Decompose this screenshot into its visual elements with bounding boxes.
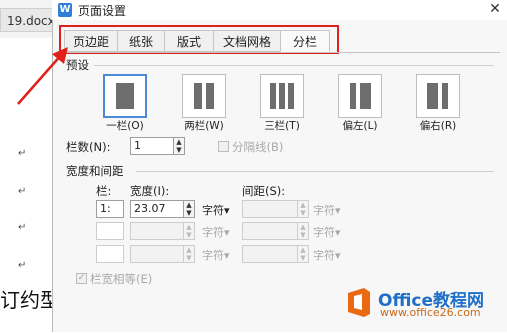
- column-spacing-input[interactable]: [242, 245, 298, 263]
- column-spacing-stepper[interactable]: ▲ ▼: [297, 245, 309, 263]
- spacing-unit-dropdown[interactable]: 字符▾: [313, 202, 341, 218]
- spacing-unit-dropdown[interactable]: 字符▾: [313, 247, 341, 263]
- width-header: 宽度(I):: [130, 184, 170, 198]
- column-width-stepper[interactable]: ▲ ▼: [183, 245, 195, 263]
- width-spacing-heading: 宽度和间距: [66, 164, 124, 178]
- equal-width-checkbox[interactable]: ✓: [76, 273, 87, 284]
- spin-up-icon[interactable]: ▲: [186, 246, 191, 254]
- close-icon[interactable]: ✕: [486, 0, 504, 18]
- width-unit-dropdown[interactable]: 字符▾: [202, 247, 230, 263]
- separator-checkbox[interactable]: [218, 141, 229, 152]
- spin-down-icon[interactable]: ▼: [300, 254, 305, 262]
- column-width-input[interactable]: [130, 222, 184, 240]
- column-number-cell: [96, 245, 124, 263]
- column-spacing-input[interactable]: [242, 222, 298, 240]
- width-unit-dropdown[interactable]: 字符▾: [202, 224, 230, 240]
- red-annotation-arrow: [17, 47, 68, 105]
- preset-label-one: 一栏(O): [106, 120, 144, 132]
- preset-label-three: 三栏(T): [264, 120, 300, 132]
- spin-down-icon[interactable]: ▼: [176, 146, 181, 154]
- dialog-title: 页面设置: [78, 4, 127, 18]
- spin-up-icon[interactable]: ▲: [300, 223, 305, 231]
- column-spacing-input[interactable]: [242, 200, 298, 218]
- column-width-stepper[interactable]: ▲ ▼: [183, 200, 195, 218]
- section-divider: [94, 65, 494, 66]
- annotation-highlight-box: [59, 25, 339, 54]
- column-spacing-stepper[interactable]: ▲ ▼: [297, 200, 309, 218]
- columns-count-label: 栏数(N):: [66, 140, 111, 154]
- column-number-header: 栏:: [96, 184, 112, 198]
- spin-up-icon[interactable]: ▲: [300, 201, 305, 209]
- preset-three-columns[interactable]: [260, 74, 304, 118]
- wps-writer-icon: W: [58, 3, 72, 17]
- spacing-header: 间距(S):: [242, 184, 286, 198]
- spin-down-icon[interactable]: ▼: [186, 231, 191, 239]
- column-spacing-stepper[interactable]: ▲ ▼: [297, 222, 309, 240]
- preset-label-two: 两栏(W): [184, 120, 224, 132]
- section-divider: [136, 171, 494, 172]
- paragraph-mark-icon: ↵: [18, 186, 27, 197]
- document-tab[interactable]: 19.docx: [0, 8, 56, 32]
- column-width-input[interactable]: [130, 245, 184, 263]
- spin-down-icon[interactable]: ▼: [300, 231, 305, 239]
- paragraph-mark-icon: ↵: [18, 148, 27, 159]
- preset-two-columns[interactable]: [182, 74, 226, 118]
- spin-down-icon[interactable]: ▼: [186, 254, 191, 262]
- spacing-unit-dropdown[interactable]: 字符▾: [313, 224, 341, 240]
- columns-count-input[interactable]: 1: [130, 137, 174, 155]
- column-number-cell: [96, 222, 124, 240]
- preset-left[interactable]: [338, 74, 382, 118]
- column-width-input[interactable]: 23.07: [130, 200, 184, 218]
- paragraph-mark-icon: ↵: [18, 222, 27, 233]
- spin-down-icon[interactable]: ▼: [300, 209, 305, 217]
- watermark-url: www.office26.com: [380, 306, 481, 319]
- spin-up-icon[interactable]: ▲: [176, 138, 181, 146]
- office-logo-icon: [348, 288, 370, 317]
- column-number-cell: 1:: [96, 200, 124, 218]
- columns-count-stepper[interactable]: ▲ ▼: [173, 137, 185, 155]
- width-unit-dropdown[interactable]: 字符▾: [202, 202, 230, 218]
- spin-up-icon[interactable]: ▲: [186, 223, 191, 231]
- equal-width-label: 栏宽相等(E): [90, 272, 153, 286]
- preset-label-left: 偏左(L): [342, 120, 378, 132]
- separator-label: 分隔线(B): [232, 140, 284, 154]
- document-body-text: 订约型: [0, 288, 60, 312]
- spin-up-icon[interactable]: ▲: [186, 201, 191, 209]
- paragraph-mark-icon: ↵: [18, 260, 27, 271]
- preset-right[interactable]: [416, 74, 460, 118]
- spin-up-icon[interactable]: ▲: [300, 246, 305, 254]
- preset-label-right: 偏右(R): [419, 120, 457, 132]
- preset-one-column[interactable]: [103, 74, 147, 118]
- spin-down-icon[interactable]: ▼: [186, 209, 191, 217]
- column-width-stepper[interactable]: ▲ ▼: [183, 222, 195, 240]
